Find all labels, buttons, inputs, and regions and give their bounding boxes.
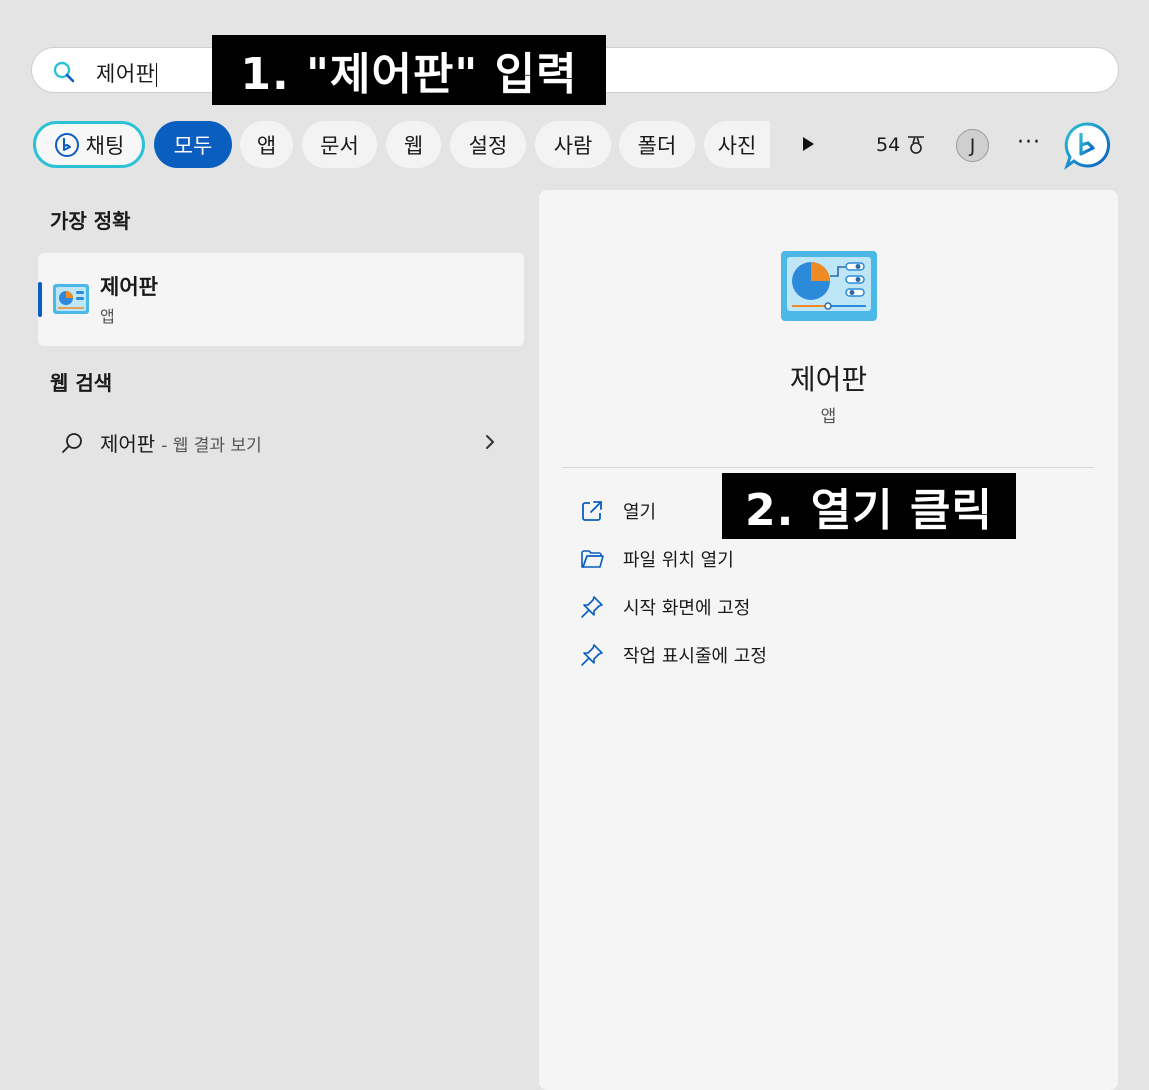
tab-apps[interactable]: 앱 [240,121,293,168]
tab-all[interactable]: 모두 [154,121,232,168]
more-options-button[interactable]: ··· [1017,130,1041,155]
search-icon [53,61,75,83]
rewards-points[interactable]: 54 [876,133,928,157]
divider [562,467,1094,468]
open-file-location-action[interactable]: 파일 위치 열기 [579,539,734,579]
web-search-result[interactable]: 제어판 - 웹 결과 보기 [38,415,524,467]
best-match-heading: 가장 정확 [50,209,131,233]
text-caret [156,63,158,87]
search-query: 제어판 [96,62,156,86]
tab-web[interactable]: 웹 [386,121,441,168]
search-input[interactable]: 제어판 [96,58,158,88]
bing-chat-icon [54,132,79,157]
folder-icon [581,550,604,568]
scroll-tabs-right-icon[interactable] [796,132,820,156]
tab-settings[interactable]: 설정 [450,121,526,168]
detail-panel: 제어판 앱 열기 파일 위치 열기 시작 화면에 고정 작업 표시줄에 고정 [539,190,1118,1090]
best-match-item[interactable]: 제어판 앱 [38,253,524,346]
tab-chat[interactable]: 채팅 [33,121,145,168]
tab-folders[interactable]: 폴더 [619,121,695,168]
annotation-step-2: 2. 열기 클릭 [722,473,1016,539]
web-search-heading: 웹 검색 [50,371,113,395]
annotation-step-1: 1. "제어판" 입력 [212,35,606,105]
best-match-title: 제어판 [100,275,158,299]
web-search-query: 제어판 [100,432,156,456]
pin-icon [581,596,603,618]
search-icon [62,433,82,453]
web-search-term: 제어판 - 웹 결과 보기 [100,428,262,457]
pin-to-start-action[interactable]: 시작 화면에 고정 [579,587,750,627]
pin-icon [581,644,603,666]
bing-icon[interactable] [1062,120,1112,170]
avatar[interactable]: J [956,129,989,162]
best-match-subtitle: 앱 [100,307,115,326]
web-search-suffix: - 웹 결과 보기 [161,436,262,456]
tab-people[interactable]: 사람 [535,121,611,168]
pin-to-taskbar-label: 작업 표시줄에 고정 [623,646,767,667]
detail-title: 제어판 [789,363,868,396]
tab-chat-label: 채팅 [85,133,125,158]
pin-to-taskbar-action[interactable]: 작업 표시줄에 고정 [579,635,767,675]
control-panel-icon [781,251,877,321]
open-external-icon [582,501,602,521]
tab-documents[interactable]: 문서 [302,121,377,168]
chevron-right-icon [486,435,494,449]
rewards-medal-icon [908,136,925,154]
tab-photos[interactable]: 사진 [704,121,770,168]
control-panel-icon [53,284,89,314]
detail-subtitle: 앱 [820,407,837,427]
open-file-location-label: 파일 위치 열기 [623,550,734,571]
pin-to-start-label: 시작 화면에 고정 [623,598,751,619]
open-action[interactable]: 열기 [579,491,656,531]
selection-indicator [38,282,42,317]
rewards-points-value: 54 [876,134,901,156]
open-action-label: 열기 [623,502,657,523]
